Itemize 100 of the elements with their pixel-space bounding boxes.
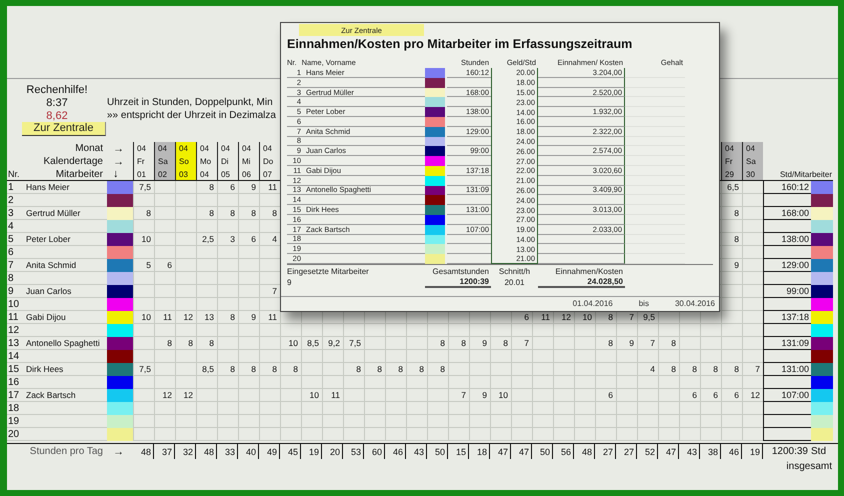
empty-cell: [364, 350, 385, 363]
unit-label: Std: [811, 445, 828, 459]
empty-cell: [721, 376, 742, 389]
row-label: Kalendertage: [42, 155, 104, 168]
day-total: 40: [238, 444, 259, 459]
empty-cell: [175, 402, 196, 415]
empty-cell: [259, 350, 280, 363]
empty-cell: [448, 376, 469, 389]
row-number: 8: [7, 272, 23, 285]
empty-cell: [406, 350, 427, 363]
empty-cell: [574, 337, 595, 350]
hours-cell: 7: [511, 337, 532, 350]
staff-count: 9: [287, 276, 292, 288]
empty-cell: [574, 389, 595, 402]
empty-cell: [532, 389, 553, 402]
empty-cell: [238, 350, 259, 363]
hours-cell: 3: [217, 233, 238, 246]
empty-cell: [175, 415, 196, 428]
empty-cell: [343, 415, 364, 428]
month-cell: 04: [196, 142, 217, 155]
empty-cell: [238, 259, 259, 272]
empty-cell: [742, 259, 763, 272]
hours-cell: 8: [385, 363, 406, 376]
hours-cell: 2,5: [196, 233, 217, 246]
hours-cell: 8: [154, 337, 175, 350]
empty-cell: [217, 350, 238, 363]
day-total: 43: [406, 444, 427, 459]
hours-cell: 11: [154, 311, 175, 324]
empty-cell: [532, 363, 553, 376]
central-button[interactable]: Zur Zentrale: [22, 122, 106, 136]
empty-cell: [322, 415, 343, 428]
empty-cell: [154, 207, 175, 220]
empty-cell: [637, 415, 658, 428]
hours-cell: 7,5: [133, 181, 154, 194]
row-number: 2: [7, 194, 23, 207]
empty-cell: [175, 428, 196, 441]
day-total: 18: [469, 444, 490, 459]
empty-cell: [343, 389, 364, 402]
empty-cell: [553, 350, 574, 363]
date-cell: 05: [217, 168, 238, 181]
empty-cell: [154, 363, 175, 376]
helper-text: Uhrzeit in Stunden, Doppelpunkt, Min: [107, 97, 273, 108]
empty-cell: [196, 298, 217, 311]
empty-cell: [427, 350, 448, 363]
day-total: 45: [280, 444, 301, 459]
time-value: 8:37: [45, 96, 69, 108]
empty-cell: [448, 415, 469, 428]
hours-cell: 7: [637, 337, 658, 350]
empty-cell: [196, 259, 217, 272]
hours-cell: 8: [280, 363, 301, 376]
empty-cell: [490, 376, 511, 389]
empty-cell: [343, 376, 364, 389]
day-total: 20: [322, 444, 343, 459]
empty-cell: [595, 376, 616, 389]
empty-cell: [217, 298, 238, 311]
month-cell: 04: [217, 142, 238, 155]
empty-cell: [259, 402, 280, 415]
day-total: 52: [637, 444, 658, 459]
empty-cell: [175, 272, 196, 285]
empty-cell: [721, 272, 742, 285]
empty-cell: [154, 350, 175, 363]
empty-cell: [280, 428, 301, 441]
decimal-value: 8,62: [45, 110, 69, 122]
date-cell: 30: [742, 168, 763, 181]
empty-cell: [427, 376, 448, 389]
empty-cell: [721, 324, 742, 337]
hours-cell: 9: [469, 337, 490, 350]
empty-cell: [406, 324, 427, 337]
empty-cell: [637, 402, 658, 415]
empty-cell: [553, 324, 574, 337]
empty-cell: [196, 194, 217, 207]
empty-cell: [385, 428, 406, 441]
empty-cell: [217, 220, 238, 233]
empty-cell: [742, 428, 763, 441]
empty-cell: [742, 298, 763, 311]
empty-cell: [238, 246, 259, 259]
empty-cell: [553, 337, 574, 350]
empty-cell: [595, 363, 616, 376]
empty-cell: [658, 324, 679, 337]
empty-cell: [175, 376, 196, 389]
empty-cell: [217, 428, 238, 441]
hours-cell: 8: [196, 337, 217, 350]
hours-cell: 6: [217, 181, 238, 194]
day-total: 48: [133, 444, 154, 459]
empty-cell: [742, 337, 763, 350]
hours-cell: 8: [427, 337, 448, 350]
row-number: 14: [7, 350, 23, 363]
empty-cell: [721, 337, 742, 350]
empty-cell: [532, 350, 553, 363]
empty-cell: [196, 324, 217, 337]
hours-cell: 8: [595, 337, 616, 350]
empty-cell: [553, 376, 574, 389]
empty-cell: [637, 376, 658, 389]
hours-cell: 6: [238, 233, 259, 246]
empty-cell: [469, 376, 490, 389]
empty-cell: [238, 285, 259, 298]
empty-cell: [511, 363, 532, 376]
row-number: 7: [7, 259, 23, 272]
row-number: 9: [7, 285, 23, 298]
total-hours: 1200:39: [425, 276, 491, 288]
